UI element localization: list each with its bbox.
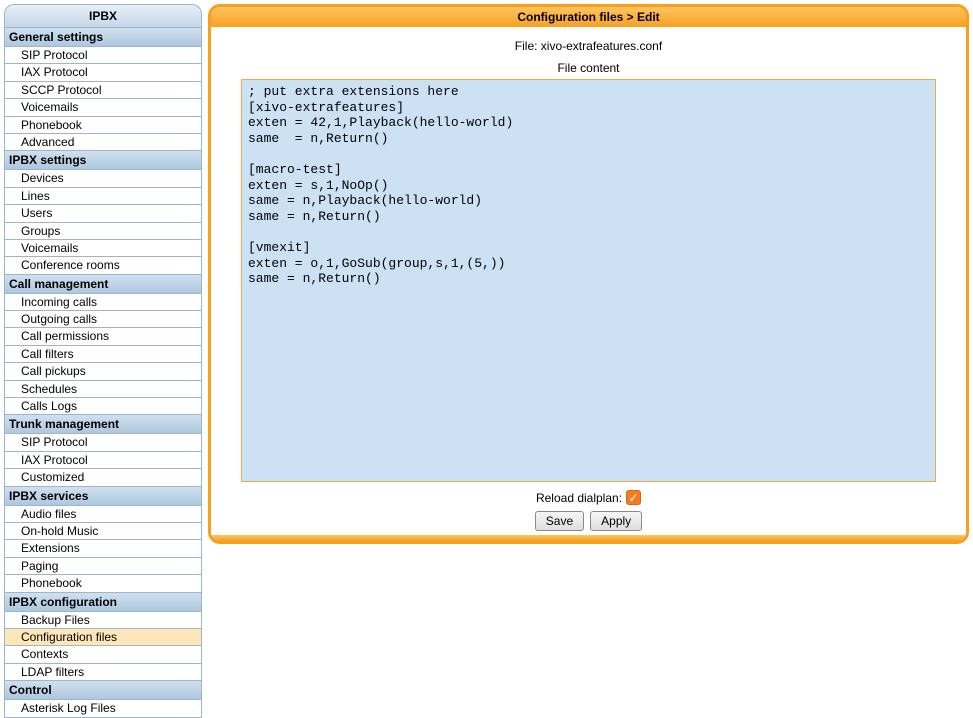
sidebar-item-outgoing-calls[interactable]: Outgoing calls	[4, 311, 202, 328]
sidebar-item-on-hold-music[interactable]: On-hold Music	[4, 523, 202, 540]
file-content-textarea[interactable]	[241, 79, 936, 482]
sidebar-item-customized[interactable]: Customized	[4, 469, 202, 486]
sidebar-item-devices[interactable]: Devices	[4, 170, 202, 187]
sidebar-item-phonebook[interactable]: Phonebook	[4, 117, 202, 134]
sidebar-item-backup-files[interactable]: Backup Files	[4, 612, 202, 629]
section-header: Control	[4, 681, 202, 700]
sidebar-item-advanced[interactable]: Advanced	[4, 134, 202, 151]
sidebar: IPBX General settingsSIP ProtocolIAX Pro…	[4, 4, 202, 544]
sidebar-item-sip-protocol[interactable]: SIP Protocol	[4, 47, 202, 64]
sidebar-item-audio-files[interactable]: Audio files	[4, 506, 202, 523]
sidebar-item-sccp-protocol[interactable]: SCCP Protocol	[4, 82, 202, 99]
sidebar-title: IPBX	[4, 4, 202, 28]
button-row: Save Apply	[535, 511, 642, 531]
sidebar-item-call-permissions[interactable]: Call permissions	[4, 328, 202, 345]
file-name-label: File: xivo-extrafeatures.conf	[515, 39, 662, 53]
section-header: Trunk management	[4, 415, 202, 434]
reload-dialplan-label: Reload dialplan:	[536, 491, 622, 505]
sidebar-item-lines[interactable]: Lines	[4, 188, 202, 205]
sidebar-item-paging[interactable]: Paging	[4, 558, 202, 575]
sidebar-item-incoming-calls[interactable]: Incoming calls	[4, 294, 202, 311]
sidebar-item-extensions[interactable]: Extensions	[4, 540, 202, 557]
footer-accent-bar	[211, 535, 966, 541]
reload-dialplan-row: Reload dialplan: ✓	[536, 490, 641, 505]
sidebar-item-iax-protocol[interactable]: IAX Protocol	[4, 64, 202, 81]
reload-dialplan-checkbox[interactable]: ✓	[626, 490, 641, 505]
sidebar-item-call-pickups[interactable]: Call pickups	[4, 363, 202, 380]
sidebar-item-voicemails[interactable]: Voicemails	[4, 240, 202, 257]
section-header: IPBX configuration	[4, 593, 202, 612]
sidebar-item-calls-logs[interactable]: Calls Logs	[4, 398, 202, 415]
file-content-label: File content	[557, 61, 619, 75]
section-header: Call management	[4, 275, 202, 294]
section-header: IPBX services	[4, 487, 202, 506]
section-header: IPBX settings	[4, 151, 202, 170]
sidebar-item-call-filters[interactable]: Call filters	[4, 346, 202, 363]
sidebar-item-asterisk-log-files[interactable]: Asterisk Log Files	[4, 700, 202, 717]
sidebar-item-phonebook[interactable]: Phonebook	[4, 575, 202, 592]
section-header: General settings	[4, 28, 202, 47]
sidebar-item-contexts[interactable]: Contexts	[4, 646, 202, 663]
sidebar-item-voicemails[interactable]: Voicemails	[4, 99, 202, 116]
sidebar-item-users[interactable]: Users	[4, 205, 202, 222]
sidebar-item-conference-rooms[interactable]: Conference rooms	[4, 257, 202, 274]
apply-button[interactable]: Apply	[590, 511, 642, 531]
sidebar-item-groups[interactable]: Groups	[4, 223, 202, 240]
sidebar-item-schedules[interactable]: Schedules	[4, 381, 202, 398]
sidebar-item-configuration-files[interactable]: Configuration files	[4, 629, 202, 646]
sidebar-item-sip-protocol[interactable]: SIP Protocol	[4, 434, 202, 451]
save-button[interactable]: Save	[535, 511, 584, 531]
main-body: File: xivo-extrafeatures.conf File conte…	[211, 27, 966, 535]
sidebar-item-iax-protocol[interactable]: IAX Protocol	[4, 452, 202, 469]
sidebar-item-ldap-filters[interactable]: LDAP filters	[4, 664, 202, 681]
main-panel: Configuration files > Edit File: xivo-ex…	[208, 4, 969, 544]
breadcrumb: Configuration files > Edit	[211, 7, 966, 27]
